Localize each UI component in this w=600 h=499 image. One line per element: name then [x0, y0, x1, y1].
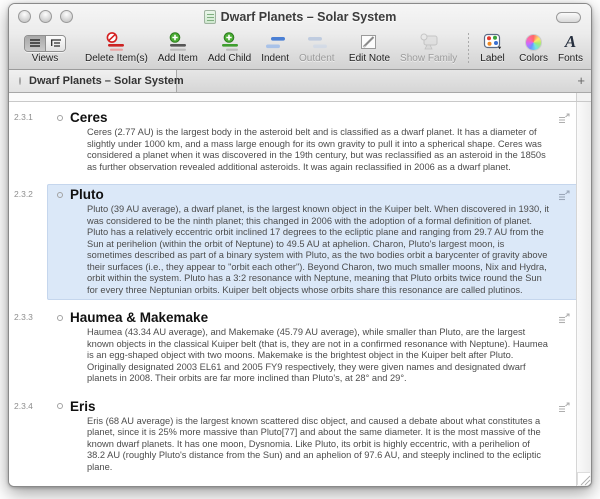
section-heading-row[interactable]: Pluto — [47, 186, 575, 203]
toolbar-indent[interactable]: Indent — [261, 31, 289, 64]
edit-note-icon — [359, 31, 379, 53]
note-badge-icon[interactable] — [558, 111, 571, 129]
section-body[interactable]: Haumea & Makemake Haumea (43.34 AU avera… — [47, 307, 583, 389]
bullet-icon[interactable] — [57, 192, 63, 198]
minimize-button[interactable] — [39, 10, 52, 23]
note-badge-icon[interactable] — [558, 311, 571, 329]
section-heading-row[interactable]: Ceres — [47, 109, 575, 126]
note-badge-icon[interactable] — [558, 400, 571, 418]
section-body[interactable]: Eris Eris (68 AU average) is the largest… — [47, 396, 583, 478]
outline-row-eris[interactable]: 2.3.4 Eris Eris (68 AU average) is the l… — [9, 396, 583, 478]
toolbar-add-child[interactable]: Add Child — [208, 31, 251, 64]
indent-icon — [264, 31, 286, 53]
ruler-strip — [9, 93, 591, 102]
add-tab-button[interactable]: + — [577, 73, 585, 89]
section-text: Ceres (2.77 AU) is the largest body in t… — [87, 127, 549, 173]
scrollbar-top-cap — [576, 93, 591, 101]
toolbar-label: Outdent — [299, 53, 335, 64]
section-text: Pluto (39 AU average), a dwarf planet, i… — [87, 204, 549, 296]
toolbar-label: Colors — [519, 53, 548, 64]
fonts-icon: A — [565, 31, 576, 53]
toolbar-label: Views — [32, 53, 59, 64]
toolbar-edit-note[interactable]: Edit Note — [349, 31, 390, 64]
toolbar-label: Show Family — [400, 53, 457, 64]
close-button[interactable] — [18, 10, 31, 23]
toolbar-views[interactable]: Views — [24, 31, 66, 64]
add-item-icon — [166, 31, 190, 53]
views-segmented-control[interactable] — [24, 31, 66, 53]
title-bar[interactable]: Dwarf Planets – Solar System — [9, 4, 591, 29]
bullet-icon[interactable] — [57, 403, 63, 409]
toolbar-toggle-pill[interactable] — [556, 12, 581, 23]
toolbar-outdent: Outdent — [299, 31, 335, 64]
toolbar-label: Label — [480, 53, 504, 64]
section-number: 2.3.1 — [9, 107, 47, 177]
section-text: Eris (68 AU average) is the largest know… — [87, 416, 549, 474]
zoom-button[interactable] — [60, 10, 73, 23]
outline-row-haumea-makemake[interactable]: 2.3.3 Haumea & Makemake Haumea (43.34 AU… — [9, 307, 583, 389]
section-title: Haumea & Makemake — [70, 309, 208, 326]
section-number: 2.3.3 — [9, 307, 47, 389]
toolbar: Views Delete Item(s) — [9, 29, 591, 69]
show-family-icon — [418, 31, 440, 53]
resize-grip[interactable] — [577, 472, 590, 485]
tab-dwarf-planets[interactable]: Dwarf Planets – Solar System — [9, 70, 177, 92]
section-body-selected[interactable]: Pluto Pluto (39 AU average), a dwarf pla… — [47, 184, 583, 300]
section-title: Pluto — [70, 186, 104, 203]
window-controls — [18, 10, 73, 23]
section-number: 2.3.4 — [9, 396, 47, 478]
section-title: Eris — [70, 398, 96, 415]
toolbar-label: Delete Item(s) — [85, 53, 148, 64]
views-outline-icon[interactable] — [45, 36, 65, 51]
window-chrome: Dwarf Planets – Solar System Views — [9, 4, 591, 70]
bullet-icon[interactable] — [57, 115, 63, 121]
toolbar-show-family: Show Family — [400, 31, 457, 64]
toolbar-label: Fonts — [558, 53, 583, 64]
section-heading-row[interactable]: Haumea & Makemake — [47, 309, 575, 326]
toolbar-add-item[interactable]: Add Item — [158, 31, 198, 64]
app-window: Dwarf Planets – Solar System Views — [8, 3, 592, 487]
toolbar-label: Add Item — [158, 53, 198, 64]
add-child-icon — [218, 31, 242, 53]
window-title: Dwarf Planets – Solar System — [221, 10, 397, 24]
outline-content[interactable]: 2.3.1 Ceres Ceres (2.77 AU) is the large… — [9, 102, 591, 486]
outline-row-pluto[interactable]: 2.3.2 Pluto Pluto (39 AU average), a dwa… — [9, 184, 583, 300]
bullet-icon[interactable] — [57, 315, 63, 321]
toolbar-fonts[interactable]: A Fonts — [558, 31, 583, 64]
tab-label: Dwarf Planets – Solar System — [29, 75, 184, 87]
section-title: Ceres — [70, 109, 108, 126]
outdent-icon — [306, 31, 328, 53]
colors-wheel-icon — [525, 31, 542, 53]
tab-close-dot-icon[interactable] — [19, 77, 21, 85]
vertical-scrollbar[interactable] — [576, 102, 591, 486]
toolbar-label: Edit Note — [349, 53, 390, 64]
title-group: Dwarf Planets – Solar System — [204, 10, 397, 24]
toolbar-separator — [468, 33, 469, 65]
toolbar-label: Add Child — [208, 53, 251, 64]
section-list: 2.3.1 Ceres Ceres (2.77 AU) is the large… — [9, 102, 591, 477]
toolbar-label: Indent — [261, 53, 289, 64]
section-number: 2.3.2 — [9, 184, 47, 300]
delete-item-icon — [104, 31, 128, 53]
toolbar-label-button[interactable]: Label — [480, 31, 504, 64]
outline-row-ceres[interactable]: 2.3.1 Ceres Ceres (2.77 AU) is the large… — [9, 107, 583, 177]
views-list-icon[interactable] — [25, 36, 45, 51]
label-icon — [482, 31, 504, 53]
document-icon — [204, 10, 216, 24]
toolbar-delete-item[interactable]: Delete Item(s) — [85, 31, 148, 64]
section-text: Haumea (43.34 AU average), and Makemake … — [87, 327, 549, 385]
tab-bar: Dwarf Planets – Solar System + — [9, 70, 591, 93]
toolbar-colors[interactable]: Colors — [519, 31, 548, 64]
section-body[interactable]: Ceres Ceres (2.77 AU) is the largest bod… — [47, 107, 583, 177]
section-heading-row[interactable]: Eris — [47, 398, 575, 415]
note-badge-icon[interactable] — [558, 188, 571, 206]
